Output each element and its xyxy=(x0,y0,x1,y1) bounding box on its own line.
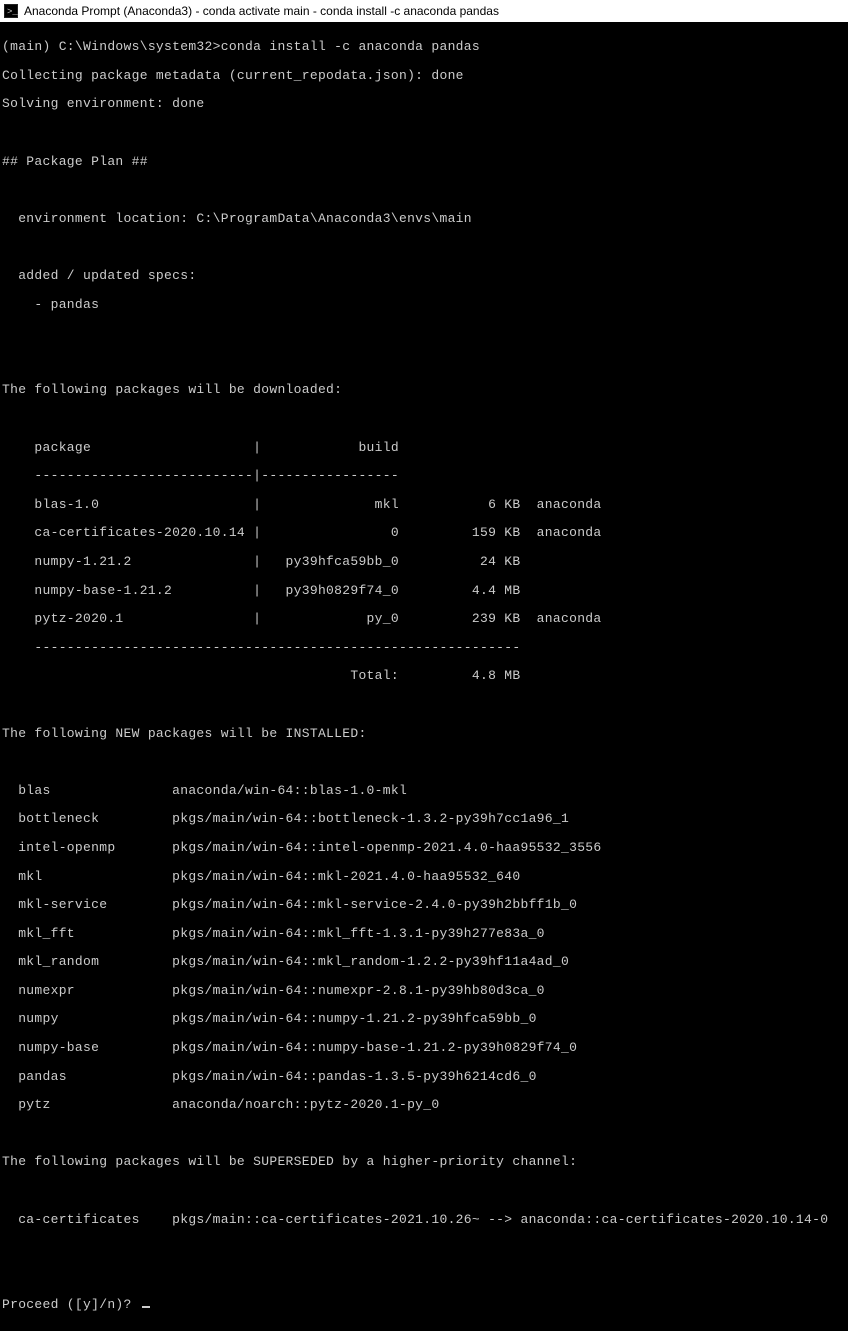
terminal-line xyxy=(2,412,846,426)
table-row: blas-1.0 | mkl 6 KB anaconda xyxy=(2,498,846,512)
terminal-line xyxy=(2,1270,846,1284)
table-row: ca-certificates-2020.10.14 | 0 159 KB an… xyxy=(2,526,846,540)
terminal-line: Solving environment: done xyxy=(2,97,846,111)
table-row: numpy-base-1.21.2 | py39h0829f74_0 4.4 M… xyxy=(2,584,846,598)
list-item: numpy pkgs/main/win-64::numpy-1.21.2-py3… xyxy=(2,1012,846,1026)
terminal-line xyxy=(2,1241,846,1255)
cursor xyxy=(142,1306,150,1308)
terminal-line xyxy=(2,698,846,712)
window-title: Anaconda Prompt (Anaconda3) - conda acti… xyxy=(24,4,499,18)
list-item: numpy-base pkgs/main/win-64::numpy-base-… xyxy=(2,1041,846,1055)
terminal-line xyxy=(2,126,846,140)
terminal-line: Collecting package metadata (current_rep… xyxy=(2,69,846,83)
list-item: pytz anaconda/noarch::pytz-2020.1-py_0 xyxy=(2,1098,846,1112)
table-row: Total: 4.8 MB xyxy=(2,669,846,683)
list-item: blas anaconda/win-64::blas-1.0-mkl xyxy=(2,784,846,798)
proceed-prompt[interactable]: Proceed ([y]/n)? xyxy=(2,1298,846,1312)
terminal-line: The following NEW packages will be INSTA… xyxy=(2,727,846,741)
terminal-line: The following packages will be downloade… xyxy=(2,383,846,397)
list-item: bottleneck pkgs/main/win-64::bottleneck-… xyxy=(2,812,846,826)
proceed-text: Proceed ([y]/n)? xyxy=(2,1297,140,1312)
terminal-line: added / updated specs: xyxy=(2,269,846,283)
terminal-line: The following packages will be SUPERSEDE… xyxy=(2,1155,846,1169)
table-row: numpy-1.21.2 | py39hfca59bb_0 24 KB xyxy=(2,555,846,569)
list-item: mkl-service pkgs/main/win-64::mkl-servic… xyxy=(2,898,846,912)
terminal-icon: >_ xyxy=(4,4,18,18)
terminal-line: environment location: C:\ProgramData\Ana… xyxy=(2,212,846,226)
list-item: mkl_random pkgs/main/win-64::mkl_random-… xyxy=(2,955,846,969)
terminal-area[interactable]: (main) C:\Windows\system32>conda install… xyxy=(0,22,848,1331)
window-titlebar[interactable]: >_ Anaconda Prompt (Anaconda3) - conda a… xyxy=(0,0,848,22)
terminal-line xyxy=(2,755,846,769)
svg-text:>_: >_ xyxy=(7,7,18,17)
terminal-line xyxy=(2,240,846,254)
table-row: ----------------------------------------… xyxy=(2,641,846,655)
list-item: pandas pkgs/main/win-64::pandas-1.3.5-py… xyxy=(2,1070,846,1084)
list-item: mkl pkgs/main/win-64::mkl-2021.4.0-haa95… xyxy=(2,870,846,884)
list-item: mkl_fft pkgs/main/win-64::mkl_fft-1.3.1-… xyxy=(2,927,846,941)
terminal-line: (main) C:\Windows\system32>conda install… xyxy=(2,40,846,54)
terminal-line: ## Package Plan ## xyxy=(2,155,846,169)
list-item: intel-openmp pkgs/main/win-64::intel-ope… xyxy=(2,841,846,855)
terminal-line xyxy=(2,326,846,340)
table-row: package | build xyxy=(2,441,846,455)
terminal-line xyxy=(2,183,846,197)
list-item: ca-certificates pkgs/main::ca-certificat… xyxy=(2,1213,846,1227)
list-item: numexpr pkgs/main/win-64::numexpr-2.8.1-… xyxy=(2,984,846,998)
table-row: ---------------------------|------------… xyxy=(2,469,846,483)
terminal-line xyxy=(2,355,846,369)
terminal-line xyxy=(2,1127,846,1141)
terminal-line: - pandas xyxy=(2,298,846,312)
terminal-line xyxy=(2,1184,846,1198)
table-row: pytz-2020.1 | py_0 239 KB anaconda xyxy=(2,612,846,626)
